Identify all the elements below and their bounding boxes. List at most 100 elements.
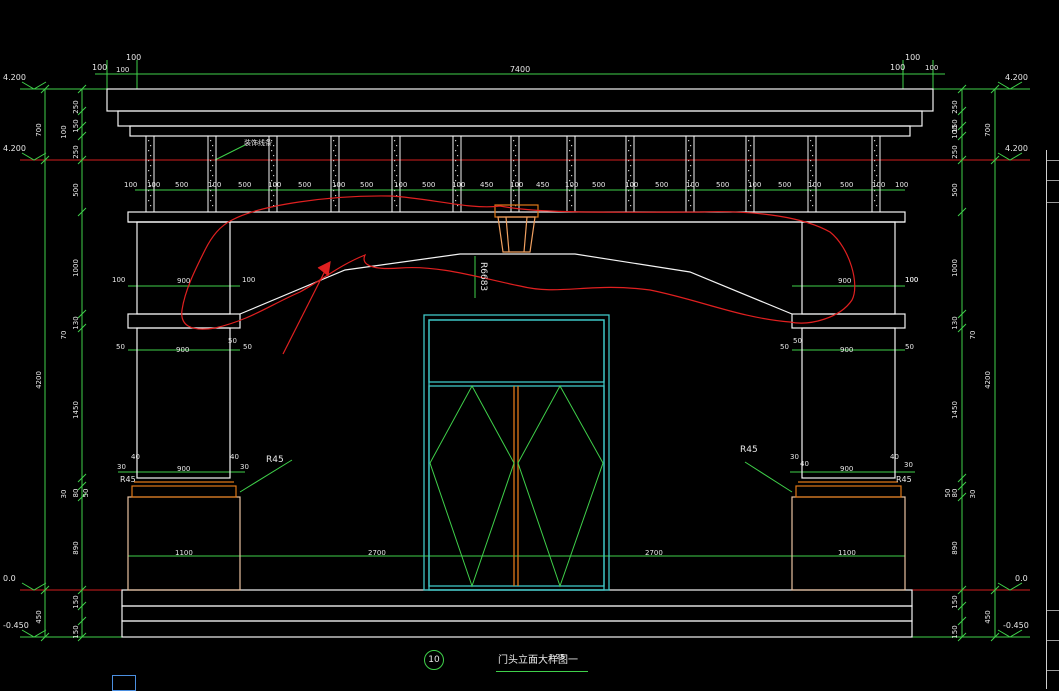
dimension-label: 500 bbox=[238, 181, 251, 189]
grille-hatch bbox=[569, 150, 571, 152]
grille-hatch bbox=[750, 155, 752, 157]
right-capital bbox=[791, 313, 906, 329]
dimension-label: 50 bbox=[243, 343, 252, 351]
grille-hatch bbox=[335, 205, 337, 207]
level-label: 4.200 bbox=[1005, 144, 1028, 153]
grille-note: 装饰线条 bbox=[244, 138, 272, 147]
grille-hatch bbox=[513, 200, 515, 202]
dimension-label: 100 bbox=[890, 63, 905, 72]
grille-hatch bbox=[513, 170, 515, 172]
dimension-label: 150 bbox=[951, 625, 959, 638]
dimension-label: 1100 bbox=[175, 549, 193, 557]
dimension-label: 900 bbox=[840, 465, 853, 473]
dimension-label: 7400 bbox=[510, 65, 530, 74]
door-transom bbox=[428, 319, 605, 383]
dimension-label: 100 bbox=[112, 276, 125, 284]
grille-hatch bbox=[273, 155, 275, 157]
dimension-label: 450 bbox=[984, 610, 992, 623]
dimension-label: 100 bbox=[92, 63, 107, 72]
dimension-label: 150 bbox=[951, 595, 959, 608]
grille-hatch bbox=[571, 145, 573, 147]
dimension-label: 100 bbox=[268, 181, 281, 189]
dimension-label: 50 bbox=[793, 337, 802, 345]
dimension-label: 900 bbox=[838, 277, 851, 285]
grille-hatch bbox=[457, 155, 459, 157]
left-base-cap bbox=[131, 485, 237, 498]
grille-hatch bbox=[335, 145, 337, 147]
level-label: -0.450 bbox=[1003, 621, 1029, 630]
level-marker-mid-right bbox=[997, 152, 1023, 161]
grille-hatch bbox=[571, 165, 573, 167]
grille-hatch bbox=[515, 175, 517, 177]
dimension-label: 50 bbox=[116, 343, 125, 351]
dimension-label: 130 bbox=[951, 316, 959, 329]
grille-hatch bbox=[628, 200, 630, 202]
grille-hatch bbox=[457, 205, 459, 207]
grille-hatch bbox=[569, 200, 571, 202]
dimension-label: 500 bbox=[422, 181, 435, 189]
dimension-label: 450 bbox=[536, 181, 549, 189]
grille-hatch bbox=[271, 190, 273, 192]
dimension-label: 2700 bbox=[368, 549, 386, 557]
grille-hatch bbox=[628, 140, 630, 142]
right-fillet-leader bbox=[744, 461, 793, 493]
markup bbox=[181, 195, 856, 355]
grille-hatch bbox=[688, 200, 690, 202]
grille-hatch bbox=[690, 195, 692, 197]
grille-hatch bbox=[690, 145, 692, 147]
dimension-label: 500 bbox=[951, 183, 959, 196]
dimension-label: 40 bbox=[890, 453, 899, 461]
grille-hatch bbox=[271, 150, 273, 152]
side-tick bbox=[1047, 670, 1059, 671]
grille-hatch bbox=[148, 190, 150, 192]
door-frame-inner bbox=[428, 319, 605, 591]
grille-hatch bbox=[874, 150, 876, 152]
grille-hatch bbox=[748, 160, 750, 162]
grille-hatch bbox=[335, 155, 337, 157]
dimension-label: 30 bbox=[969, 490, 977, 499]
grille-hatch bbox=[212, 175, 214, 177]
grille-hatch bbox=[812, 195, 814, 197]
grille-hatch bbox=[394, 190, 396, 192]
grille-hatch bbox=[630, 165, 632, 167]
side-tick bbox=[1047, 202, 1059, 203]
grille-hatch bbox=[150, 195, 152, 197]
dimension-label: 100 bbox=[332, 181, 345, 189]
grille-hatch bbox=[210, 190, 212, 192]
side-tick bbox=[1047, 180, 1059, 181]
dimension-label: 450 bbox=[480, 181, 493, 189]
dimension-label: 900 bbox=[176, 346, 189, 354]
side-tick bbox=[1047, 160, 1059, 161]
dimension-label: 1450 bbox=[951, 401, 959, 419]
grille-hatch bbox=[688, 140, 690, 142]
grille-hatch bbox=[273, 195, 275, 197]
grille-hatch bbox=[748, 150, 750, 152]
grille-hatch bbox=[273, 165, 275, 167]
grille-hatch bbox=[210, 140, 212, 142]
grille-hatch bbox=[148, 160, 150, 162]
grille-hatch bbox=[688, 170, 690, 172]
side-toolbar-edge bbox=[1046, 150, 1059, 689]
grille-hatch bbox=[812, 165, 814, 167]
door bbox=[423, 314, 610, 591]
grille-hatch bbox=[569, 160, 571, 162]
dimension-label: 100 bbox=[808, 181, 821, 189]
grille-hatch bbox=[810, 140, 812, 142]
grille-hatch bbox=[812, 205, 814, 207]
grille-hatch bbox=[748, 170, 750, 172]
grille-hatch bbox=[812, 155, 814, 157]
grille-hatch bbox=[810, 200, 812, 202]
grille-hatch bbox=[750, 145, 752, 147]
dimension-label: 80 bbox=[72, 489, 80, 498]
grille-hatch bbox=[630, 205, 632, 207]
grille-hatch bbox=[455, 170, 457, 172]
dimension-label: 700 bbox=[984, 123, 992, 136]
grille-hatch bbox=[457, 195, 459, 197]
grille-hatch bbox=[571, 155, 573, 157]
dimension-label: 30 bbox=[117, 463, 126, 471]
dimension-label: 1450 bbox=[72, 401, 80, 419]
dimension-label: 80 bbox=[951, 489, 959, 498]
grille-hatch bbox=[271, 200, 273, 202]
dimension-label: 30 bbox=[904, 461, 913, 469]
grille-hatch bbox=[876, 205, 878, 207]
